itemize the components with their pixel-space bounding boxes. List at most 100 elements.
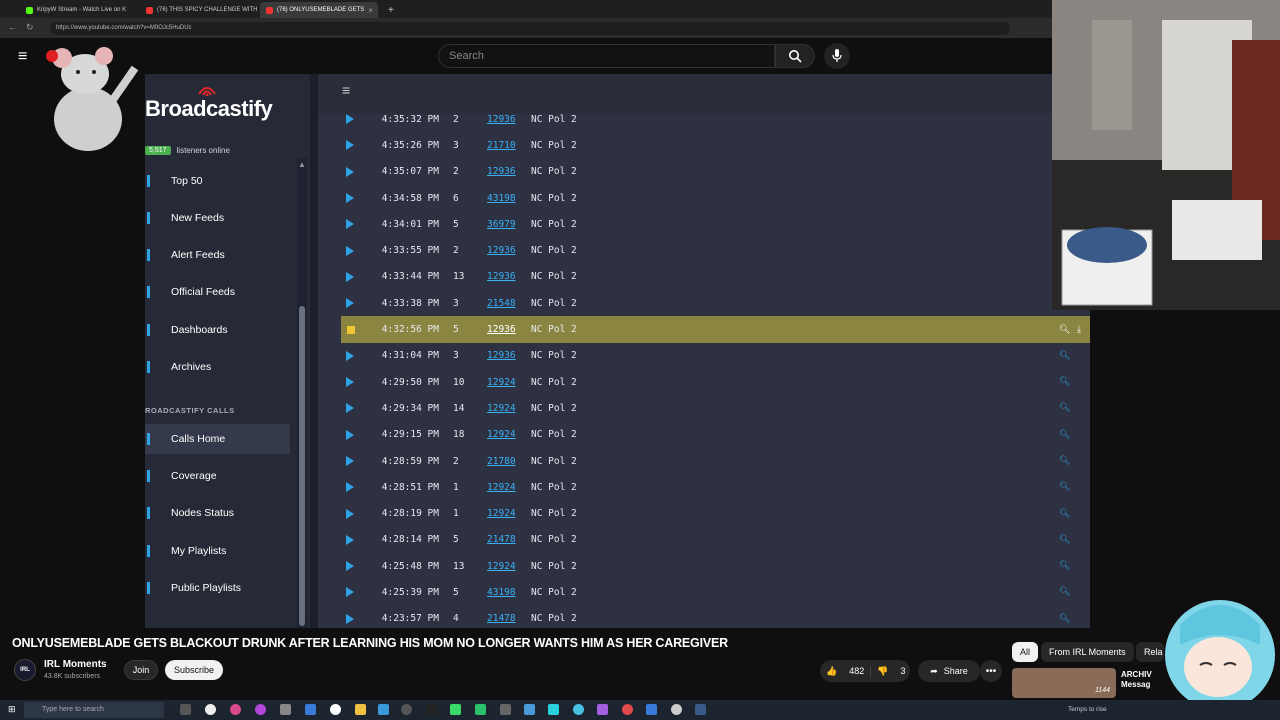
task-view-icon[interactable] (180, 704, 191, 715)
talkgroup-link[interactable]: 43198 (487, 587, 516, 598)
search-icon[interactable]: 🔍︎ (1059, 377, 1070, 387)
related-video-title[interactable]: ARCHIV Messag (1121, 670, 1152, 690)
call-row[interactable]: 4:23:57 PM 4 21478 NC Pol 2 🔍︎ (341, 606, 1090, 628)
like-count[interactable]: 482 (843, 666, 870, 676)
play-icon[interactable] (346, 508, 354, 519)
search-icon[interactable]: 🔍︎ (1059, 535, 1070, 545)
app-icon[interactable] (255, 704, 266, 715)
play-icon[interactable] (346, 219, 354, 230)
subscribe-button[interactable]: Subscribe (165, 660, 223, 680)
call-row[interactable]: 4:25:39 PM 5 43198 NC Pol 2 🔍︎ (341, 579, 1090, 605)
reload-icon[interactable]: ↻ (26, 22, 34, 33)
talkgroup-link[interactable]: 12936 (487, 324, 516, 335)
app-icon[interactable] (280, 704, 291, 715)
related-video-thumbnail[interactable]: 1144 (1012, 668, 1116, 698)
call-row[interactable]: 4:31:04 PM 3 12936 NC Pol 2 🔍︎ (341, 343, 1090, 369)
browser-tab[interactable]: KripyW Stream - Watch Live on K × (20, 2, 130, 18)
talkgroup-link[interactable]: 43198 (487, 193, 516, 204)
channel-name[interactable]: IRL Moments (44, 659, 107, 670)
app-icon[interactable] (401, 704, 412, 715)
call-row[interactable]: 4:33:44 PM 13 12936 NC Pol 2 (341, 264, 1090, 290)
play-icon[interactable] (346, 166, 354, 177)
talkgroup-link[interactable]: 12924 (487, 561, 516, 572)
app-icon[interactable] (330, 704, 341, 715)
nav-item-calls-home[interactable]: Calls Home (145, 424, 290, 454)
search-icon[interactable]: 🔍︎ (1059, 325, 1070, 335)
stop-icon[interactable] (347, 325, 355, 334)
nav-item-archives[interactable]: Archives (145, 352, 290, 382)
chrome-icon[interactable] (573, 704, 584, 715)
play-icon[interactable] (346, 140, 354, 151)
new-tab-icon[interactable]: + (382, 2, 400, 18)
app-icon[interactable] (475, 704, 486, 715)
call-row[interactable]: 4:33:38 PM 3 21548 NC Pol 2 (341, 290, 1090, 316)
talkgroup-link[interactable]: 21478 (487, 534, 516, 545)
search-icon[interactable]: 🔍︎ (1059, 561, 1070, 571)
app-icon[interactable] (378, 704, 389, 715)
search-icon[interactable]: 🔍︎ (1059, 403, 1070, 413)
search-icon[interactable]: 🔍︎ (1059, 456, 1070, 466)
app-icon[interactable] (622, 704, 633, 715)
broadcastify-logo[interactable]: Broadcastify (145, 96, 273, 122)
search-icon[interactable]: 🔍︎ (1059, 587, 1070, 597)
search-icon[interactable]: 🔍︎ (1059, 482, 1070, 492)
talkgroup-link[interactable]: 12936 (487, 245, 516, 256)
call-row[interactable]: 4:35:32 PM 2 12936 NC Pol 2 (341, 106, 1090, 132)
more-actions-icon[interactable]: ••• (980, 660, 1002, 682)
play-icon[interactable] (346, 456, 354, 466)
sidebar-scrollbar-thumb[interactable] (299, 306, 305, 626)
call-row[interactable]: 4:33:55 PM 2 12936 NC Pol 2 (341, 237, 1090, 263)
call-row[interactable]: 4:34:58 PM 6 43198 NC Pol 2 (341, 185, 1090, 211)
call-row[interactable]: 4:28:14 PM 5 21478 NC Pol 2 🔍︎ (341, 527, 1090, 553)
app-icon[interactable] (305, 704, 316, 715)
talkgroup-link[interactable]: 12936 (487, 271, 516, 282)
browser-tab[interactable]: (76) THIS SPICY CHALLENGE WITH × (140, 2, 258, 18)
talkgroup-link[interactable]: 12924 (487, 403, 516, 414)
play-icon[interactable] (346, 482, 354, 493)
talkgroup-link[interactable]: 12936 (487, 166, 516, 177)
app-icon[interactable] (646, 704, 657, 715)
download-icon[interactable]: ⤓ (1077, 325, 1081, 335)
chip-all[interactable]: All (1012, 642, 1039, 662)
nav-item-dashboards[interactable]: Dashboards (145, 315, 290, 345)
play-icon[interactable] (346, 377, 354, 388)
app-icon[interactable] (548, 704, 559, 715)
talkgroup-link[interactable]: 12924 (487, 508, 516, 519)
call-row[interactable]: 4:35:07 PM 2 12936 NC Pol 2 (341, 159, 1090, 185)
play-icon[interactable] (346, 114, 354, 125)
thumbs-down-icon[interactable]: 👎 (870, 665, 894, 677)
talkgroup-link[interactable]: 12936 (487, 114, 516, 125)
talkgroup-link[interactable]: 12924 (487, 429, 516, 440)
app-icon[interactable] (597, 704, 608, 715)
close-icon[interactable]: × (368, 6, 373, 15)
play-icon[interactable] (346, 534, 354, 545)
call-row[interactable]: 4:25:48 PM 13 12924 NC Pol 2 🔍︎ (341, 553, 1090, 579)
play-icon[interactable] (346, 245, 354, 256)
search-icon[interactable]: 🔍︎ (1059, 351, 1070, 361)
search-input[interactable]: Search (438, 44, 775, 68)
play-icon[interactable] (346, 561, 354, 572)
nav-item-new-feeds[interactable]: New Feeds (145, 203, 290, 233)
nav-item-my-playlists[interactable]: My Playlists (145, 536, 290, 566)
scroll-up-icon[interactable]: ▲ (298, 160, 306, 169)
windows-start-icon[interactable]: ⊞ (8, 704, 16, 715)
talkgroup-link[interactable]: 21548 (487, 298, 516, 309)
call-row[interactable]: 4:29:15 PM 18 12924 NC Pol 2 🔍︎ (341, 422, 1090, 448)
thumbs-up-icon[interactable]: 👍 (820, 666, 843, 677)
call-row[interactable]: 4:34:01 PM 5 36979 NC Pol 2 (341, 211, 1090, 237)
browser-tab-active[interactable]: (76) ONLYUSEMEBLADE GETS × (260, 2, 378, 18)
voice-search-button[interactable] (824, 43, 850, 69)
app-icon[interactable] (205, 704, 216, 715)
app-icon[interactable] (671, 704, 682, 715)
app-icon[interactable] (450, 704, 461, 715)
steam-icon[interactable] (695, 704, 706, 715)
back-icon[interactable]: ← (8, 22, 17, 32)
folder-icon[interactable] (355, 704, 366, 715)
call-row[interactable]: 4:29:34 PM 14 12924 NC Pol 2 🔍︎ (341, 395, 1090, 421)
url-field[interactable]: https://www.youtube.com/watch?v=M0OJc5Hu… (50, 22, 1010, 35)
talkgroup-link[interactable]: 12924 (487, 482, 516, 493)
talkgroup-link[interactable]: 21478 (487, 613, 516, 624)
call-row[interactable]: 4:28:59 PM 2 21780 NC Pol 2 🔍︎ (341, 448, 1090, 474)
search-icon[interactable]: 🔍︎ (1059, 430, 1070, 440)
chip-from-channel[interactable]: From IRL Moments (1041, 642, 1134, 662)
